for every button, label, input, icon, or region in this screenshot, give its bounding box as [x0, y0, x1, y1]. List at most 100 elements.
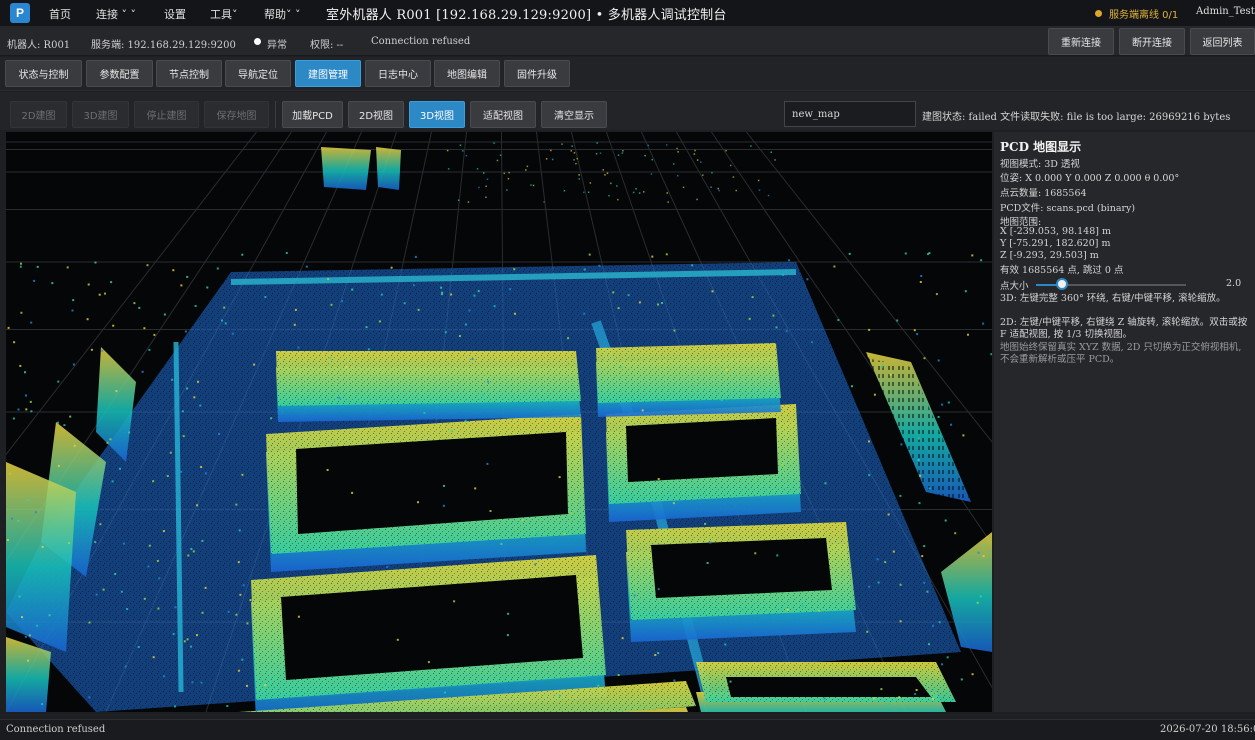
scan-point — [193, 396, 196, 399]
scan-point — [253, 363, 256, 366]
tab-status-control[interactable]: 状态与控制 — [5, 60, 82, 87]
scan-point — [602, 169, 604, 171]
scan-point — [926, 590, 929, 593]
scan-point — [525, 169, 527, 171]
scan-point — [595, 153, 598, 155]
server-address: 服务端: 192.168.29.129:9200 — [91, 40, 236, 51]
reconnect-button[interactable]: 重新连接 — [1048, 28, 1114, 55]
scan-point — [414, 255, 417, 258]
scan-point — [137, 646, 140, 648]
scan-point — [887, 513, 890, 516]
scan-point — [11, 517, 13, 520]
scan-point — [868, 440, 870, 443]
server-status: 服务端离线 0/1 — [1095, 6, 1178, 21]
fit-view-button[interactable]: 适配视图 — [470, 101, 536, 128]
menu-help-label: 帮助 — [264, 8, 286, 21]
build-2d-button[interactable]: 2D建图 — [10, 101, 67, 128]
disconnect-button[interactable]: 断开连接 — [1119, 28, 1185, 55]
scan-point — [237, 561, 240, 564]
view-2d-button[interactable]: 2D视图 — [348, 101, 404, 128]
scan-point — [20, 262, 22, 265]
stop-build-button[interactable]: 停止建图 — [134, 101, 199, 128]
tab-navigation[interactable]: 导航定位 — [225, 60, 291, 87]
tab-node-control[interactable]: 节点控制 — [156, 60, 222, 87]
pcd-3d-viewport[interactable] — [6, 132, 992, 712]
scan-point — [700, 498, 703, 501]
tab-firmware[interactable]: 固件升级 — [504, 60, 570, 87]
scan-point — [365, 326, 368, 329]
scan-point — [503, 172, 505, 175]
scan-point — [152, 480, 155, 483]
clear-display-button[interactable]: 清空显示 — [541, 101, 607, 128]
scan-point — [72, 299, 75, 302]
scan-point — [25, 394, 27, 397]
load-pcd-button[interactable]: 加载PCD — [282, 101, 343, 128]
tab-mapping[interactable]: 建图管理 — [295, 60, 361, 87]
pointcloud-canvas[interactable] — [6, 132, 992, 712]
build-3d-button[interactable]: 3D建图 — [72, 101, 129, 128]
scan-point — [180, 284, 183, 287]
tab-parameters[interactable]: 参数配置 — [86, 60, 153, 87]
menu-home[interactable]: 首页 — [49, 6, 71, 22]
scan-point — [573, 152, 576, 154]
scan-point — [48, 614, 51, 617]
scan-point — [237, 669, 240, 672]
point-size-slider[interactable] — [1036, 278, 1186, 290]
scan-point — [483, 172, 485, 174]
scan-point — [896, 319, 899, 322]
help-2d: 2D: 左键/中键平移, 右键绕 Z 轴旋转, 滚轮缩放。双击或按 F 适配视图… — [1000, 317, 1248, 340]
scan-point — [20, 311, 23, 314]
scan-point — [676, 147, 678, 150]
scan-point — [201, 611, 204, 614]
scan-point — [297, 615, 300, 618]
scan-point — [521, 518, 524, 521]
scan-point — [917, 459, 920, 461]
back-to-list-button[interactable]: 返回列表 — [1190, 28, 1255, 55]
scan-point — [25, 645, 28, 648]
scan-point — [657, 303, 659, 306]
scan-point — [767, 194, 770, 197]
scan-point — [507, 178, 510, 180]
scan-point — [152, 656, 155, 659]
scan-point — [68, 542, 71, 544]
scan-point — [41, 545, 44, 548]
save-map-button[interactable]: 保存地图 — [204, 101, 269, 128]
scan-point — [711, 172, 713, 174]
scan-point — [588, 253, 591, 256]
scan-point — [6, 539, 9, 541]
scan-point — [900, 443, 903, 446]
menu-settings[interactable]: 设置 — [164, 6, 186, 22]
scan-point — [982, 544, 985, 547]
scan-point — [223, 306, 226, 309]
scan-point — [489, 510, 492, 512]
scan-point — [450, 293, 453, 296]
scan-point — [589, 182, 592, 184]
tab-map-edit[interactable]: 地图编辑 — [434, 60, 500, 87]
scan-point — [126, 608, 129, 610]
scan-point — [899, 620, 902, 623]
view-3d-button[interactable]: 3D视图 — [409, 101, 465, 128]
scan-point — [19, 364, 22, 367]
user-menu[interactable]: Admin_Test˅ — [1196, 6, 1255, 17]
scan-point — [944, 519, 947, 522]
slider-thumb[interactable] — [1055, 278, 1068, 290]
menu-tools[interactable]: 工具˅ — [210, 6, 238, 22]
menu-help[interactable]: 帮助˅ ˅ — [264, 6, 301, 22]
building-center-east — [626, 522, 856, 642]
scan-point — [138, 306, 141, 309]
scan-point — [946, 656, 949, 659]
scan-point — [238, 529, 241, 532]
scan-point — [35, 511, 37, 514]
scan-point — [665, 253, 668, 256]
map-name-input[interactable] — [784, 101, 916, 127]
scan-point — [128, 431, 131, 434]
scan-point — [754, 552, 757, 555]
chevron-down-icon: ˅ ˅ — [118, 8, 136, 21]
scan-point — [447, 168, 450, 170]
menu-connect[interactable]: 连接 ˅ ˅ — [96, 6, 136, 22]
scan-point — [242, 584, 245, 587]
tab-logs[interactable]: 日志中心 — [365, 60, 431, 87]
scan-point — [380, 293, 383, 296]
scan-point — [204, 472, 207, 475]
scan-point — [702, 174, 704, 176]
